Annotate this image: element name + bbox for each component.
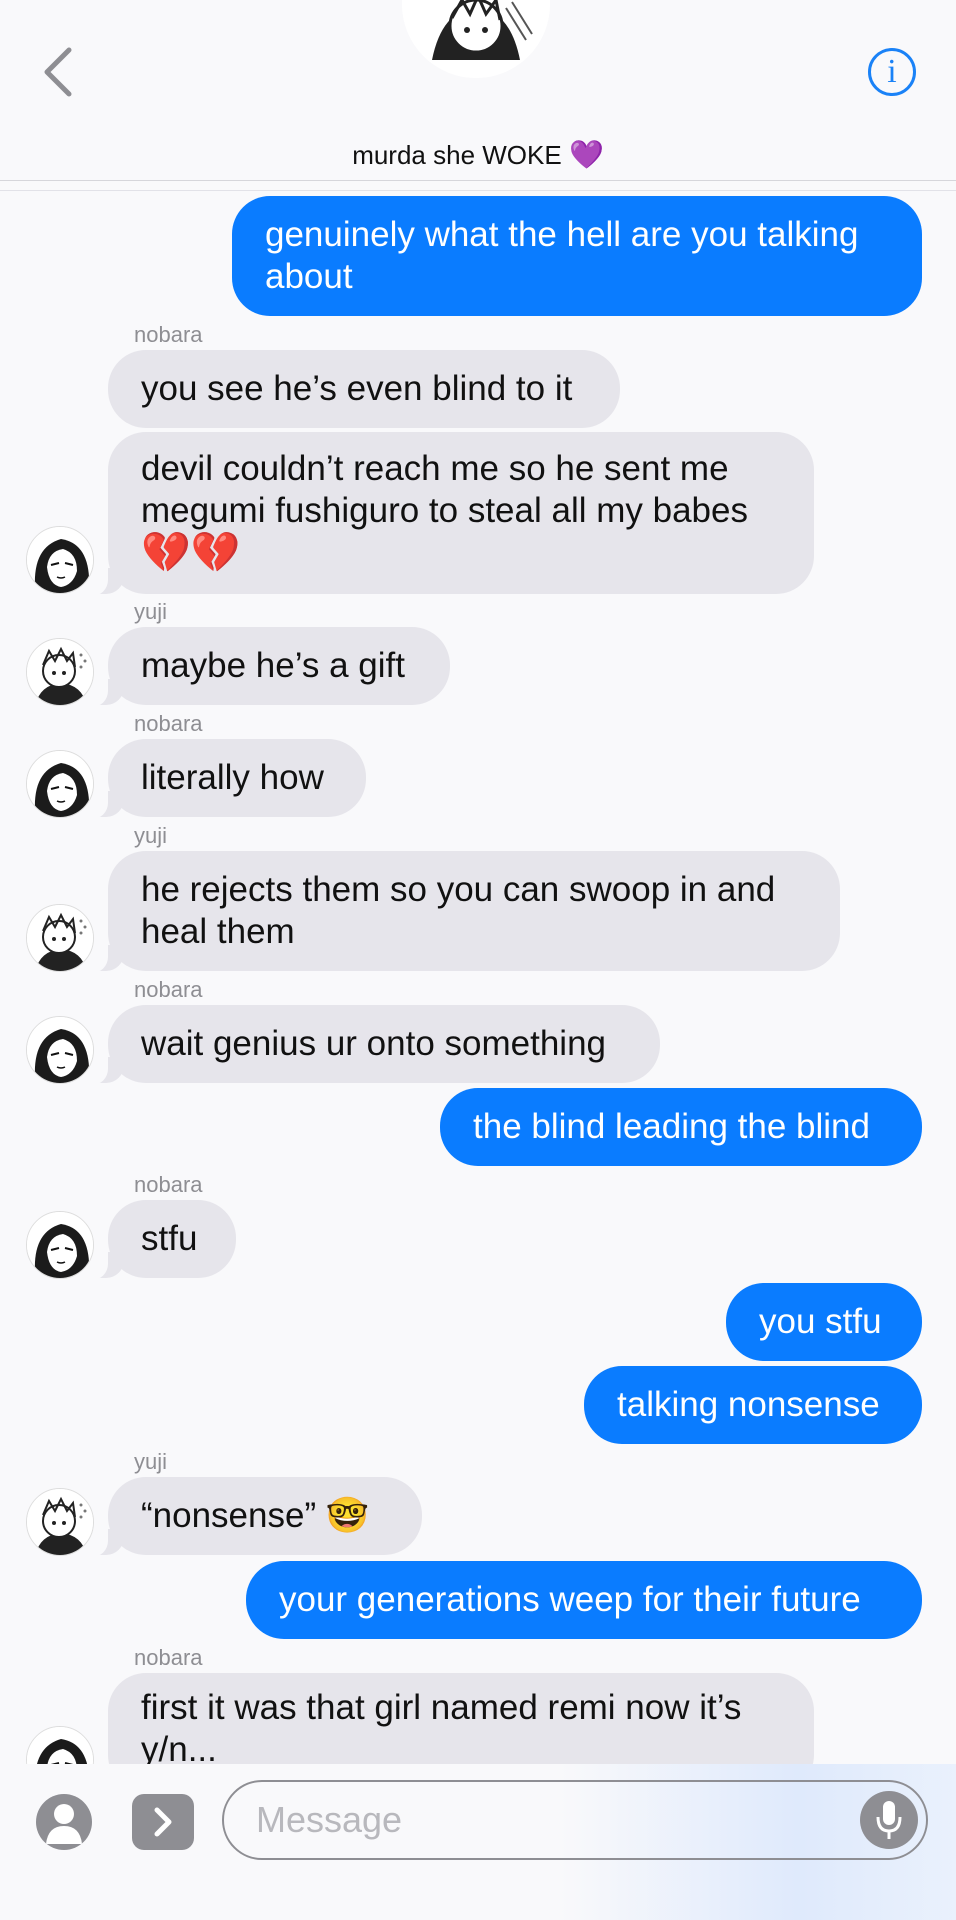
- message-bubble-incoming[interactable]: “nonsense” 🤓: [82, 1477, 422, 1557]
- sender-name: nobara: [134, 1645, 203, 1670]
- sender-name: nobara: [134, 711, 203, 736]
- message-bubble-incoming[interactable]: literally how: [82, 739, 366, 819]
- yuji-avatar-image: [27, 905, 93, 971]
- person-icon: [46, 1804, 82, 1844]
- nobara-avatar-image: [27, 751, 93, 817]
- message-bubble-incoming[interactable]: wait genius ur onto something: [82, 1005, 660, 1085]
- chevron-left-icon: [44, 47, 72, 97]
- message-bubble-incoming[interactable]: you see he’s even blind to it: [108, 350, 620, 428]
- info-button[interactable]: i: [868, 48, 916, 96]
- message-bubble-outgoing[interactable]: you stfu: [726, 1283, 922, 1361]
- nobara-avatar-image: [27, 1212, 93, 1278]
- message-bubble-outgoing[interactable]: the blind leading the blind: [440, 1088, 922, 1166]
- message-text: “nonsense” 🤓: [141, 1496, 370, 1535]
- header-divider: [0, 190, 956, 191]
- message-bubble-incoming[interactable]: maybe he’s a gift: [82, 627, 450, 707]
- message-text: you see he’s even blind to it: [141, 369, 573, 408]
- avatar-yuji[interactable]: [26, 904, 94, 972]
- nobara-avatar-image: [27, 527, 93, 593]
- avatar-nobara[interactable]: [26, 1211, 94, 1279]
- back-button[interactable]: [36, 44, 80, 100]
- avatar-yuji[interactable]: [26, 1488, 94, 1556]
- message-bubble-outgoing[interactable]: genuinely what the hell are you talking …: [232, 196, 922, 316]
- message-text: talking nonsense: [617, 1385, 880, 1424]
- message-text: maybe he’s a gift: [141, 646, 405, 685]
- message-bubble-incoming[interactable]: stfu: [82, 1200, 236, 1280]
- avatar-nobara[interactable]: [26, 750, 94, 818]
- conversation-title-text: murda she WOKE: [352, 140, 562, 170]
- message-text: wait genius ur onto something: [141, 1024, 606, 1063]
- message-bubble-outgoing[interactable]: your generations weep for their future: [246, 1561, 922, 1639]
- conversation-header: i murda she WOKE 💜: [0, 0, 956, 181]
- avatar-nobara[interactable]: [26, 1016, 94, 1084]
- message-text: stfu: [141, 1219, 198, 1258]
- yuji-avatar-image: [27, 639, 93, 705]
- message-bubble-incoming[interactable]: devil couldn’t reach me so he sent me me…: [82, 432, 814, 596]
- microphone-icon: [876, 1801, 902, 1839]
- contact-button[interactable]: [36, 1794, 92, 1850]
- sender-name: nobara: [134, 1172, 203, 1197]
- message-text: he rejects them so you can swoop in and …: [141, 870, 776, 951]
- sender-name: yuji: [134, 823, 168, 848]
- message-text: genuinely what the hell are you talking …: [265, 215, 859, 296]
- sender-name: nobara: [134, 322, 203, 347]
- broken-heart-emoji: 💔💔: [141, 531, 241, 575]
- chevron-right-icon: [154, 1807, 172, 1837]
- message-bubble-incoming[interactable]: he rejects them so you can swoop in and …: [82, 851, 840, 973]
- avatar-yuji[interactable]: [26, 638, 94, 706]
- message-bubble-outgoing[interactable]: talking nonsense: [584, 1366, 922, 1444]
- message-text: first it was that girl named remi now it…: [141, 1688, 742, 1769]
- message-text: you stfu: [759, 1302, 882, 1341]
- sender-name: yuji: [134, 599, 168, 624]
- yuji-avatar-image: [27, 1489, 93, 1555]
- group-avatar[interactable]: [402, 0, 550, 78]
- message-text: your generations weep for their future: [279, 1580, 861, 1619]
- message-input[interactable]: [222, 1780, 928, 1860]
- sender-name: yuji: [134, 1449, 168, 1474]
- message-text: devil couldn’t reach me so he sent me me…: [141, 449, 748, 575]
- message-text: literally how: [141, 758, 324, 797]
- sender-name: nobara: [134, 977, 203, 1002]
- apps-expand-button[interactable]: [132, 1794, 194, 1850]
- conversation-title[interactable]: murda she WOKE 💜: [0, 138, 956, 171]
- info-icon: i: [887, 53, 897, 90]
- purple-heart-emoji: 💜: [568, 139, 604, 170]
- message-text: the blind leading the blind: [473, 1107, 870, 1146]
- avatar-nobara[interactable]: [26, 526, 94, 594]
- nobara-avatar-image: [27, 1017, 93, 1083]
- group-avatar-image: [402, 0, 550, 78]
- dictation-button[interactable]: [860, 1791, 918, 1849]
